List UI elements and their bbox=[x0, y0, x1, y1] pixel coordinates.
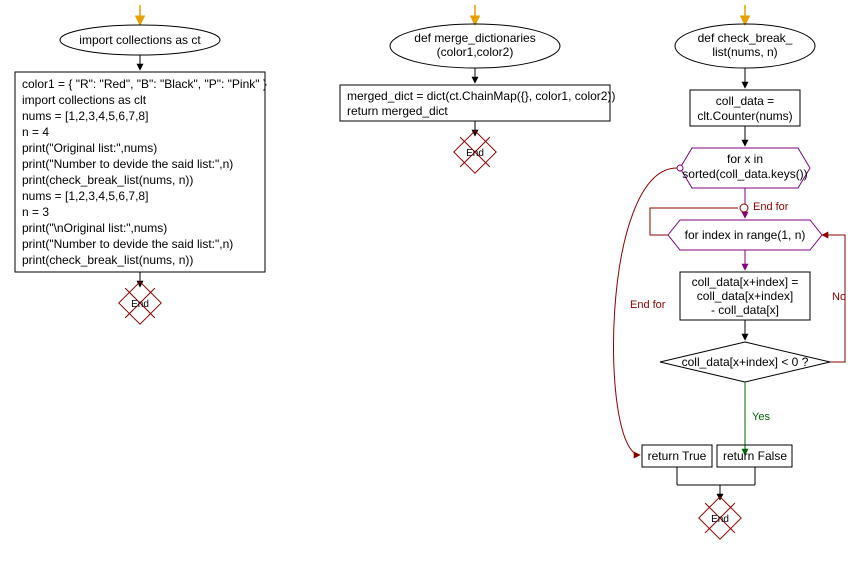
check-def-l2: list(nums, n) bbox=[712, 45, 777, 59]
cond-label: coll_data[x+index] < 0 ? bbox=[682, 355, 809, 369]
code-line: print("Original list:",nums) bbox=[22, 141, 157, 155]
outer-endfor-label: End for bbox=[753, 201, 789, 213]
code-line: n = 4 bbox=[22, 125, 49, 139]
ret-false-label: return False bbox=[723, 449, 787, 463]
code-line: return merged_dict bbox=[347, 104, 448, 118]
inner-endfor-label: End for bbox=[630, 299, 666, 311]
code-line: clt.Counter(nums) bbox=[697, 109, 792, 123]
col2: def merge_dictionaries (color1,color2) m… bbox=[340, 5, 615, 173]
code-line: print("Number to devide the said list:",… bbox=[22, 157, 233, 171]
code-line: coll_data[x+index] = bbox=[692, 275, 799, 289]
end-node: End bbox=[119, 282, 161, 324]
code-line: n = 3 bbox=[22, 205, 49, 219]
code-line: print(check_break_list(nums, n)) bbox=[22, 253, 193, 267]
code-line: color1 = { "R": "Red", "B": "Black", "P"… bbox=[22, 77, 267, 91]
code-line: merged_dict = dict(ct.ChainMap({}, color… bbox=[347, 89, 615, 103]
code-line: print(check_break_list(nums, n)) bbox=[22, 173, 193, 187]
flowchart-diagram: import collections as ct color1 = { "R":… bbox=[0, 0, 859, 585]
loop-label: sorted(coll_data.keys()) bbox=[682, 167, 807, 181]
col3: def check_break_ list(nums, n) coll_data… bbox=[614, 5, 847, 539]
code-line: nums = [1,2,3,4,5,6,7,8] bbox=[22, 189, 148, 203]
code-line: print("\nOriginal list:",nums) bbox=[22, 221, 167, 235]
end-label: End bbox=[466, 148, 484, 159]
code-line: nums = [1,2,3,4,5,6,7,8] bbox=[22, 109, 148, 123]
code-line: - coll_data[x] bbox=[711, 303, 779, 317]
end-node: End bbox=[699, 497, 741, 539]
end-node: End bbox=[454, 131, 496, 173]
code-line: print("Number to devide the said list:",… bbox=[22, 237, 233, 251]
merge-def-l2: (color1,color2) bbox=[437, 45, 514, 59]
ret-true-label: return True bbox=[648, 449, 707, 463]
check-def-l1: def check_break_ bbox=[698, 31, 793, 45]
merge-def-l1: def merge_dictionaries bbox=[414, 31, 535, 45]
import-label: import collections as ct bbox=[79, 33, 201, 47]
col1: import collections as ct color1 = { "R":… bbox=[15, 5, 267, 324]
end-label: End bbox=[131, 299, 149, 310]
no-label: No bbox=[832, 291, 846, 303]
code-line: coll_data = bbox=[716, 94, 774, 108]
loop-label: for x in bbox=[727, 152, 763, 166]
end-label: End bbox=[711, 514, 729, 525]
code-line: import collections as clt bbox=[22, 93, 147, 107]
loop-label: for index in range(1, n) bbox=[685, 228, 806, 242]
yes-label: Yes bbox=[752, 411, 770, 423]
code-line: coll_data[x+index] bbox=[697, 289, 793, 303]
